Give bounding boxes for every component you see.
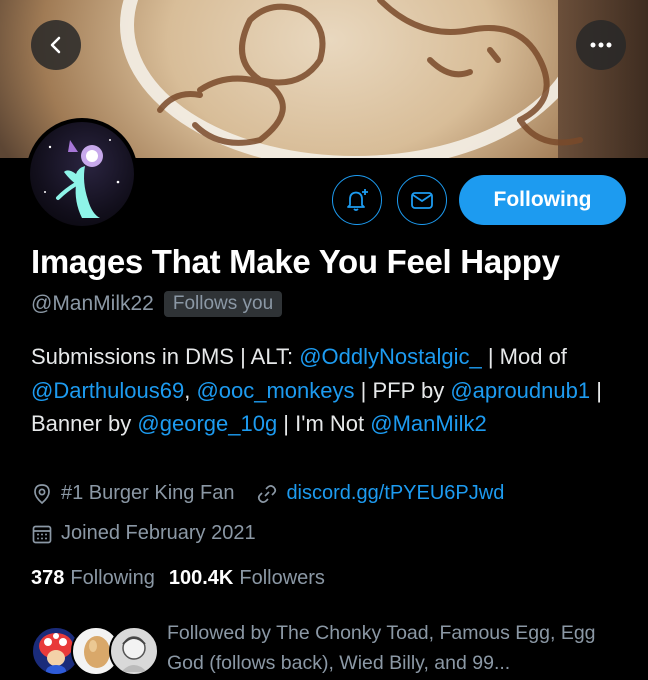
followers-label: Followers [239,567,325,589]
followers-count-link[interactable]: 100.4K Followers [169,567,325,590]
bio-text: | I'm Not [277,411,371,436]
followed-by-text[interactable]: Followed by The Chonky Toad, Famous Egg,… [167,618,627,678]
bio-mention[interactable]: @ManMilk2 [370,411,486,436]
profile-joined-row: Joined February 2021 [31,522,256,545]
profile-meta-row: #1 Burger King Fan discord.gg/tPYEU6PJwd [31,482,504,505]
bio-mention[interactable]: @ooc_monkeys [196,378,354,403]
avatar-illustration [44,139,120,218]
profile-joined-date: Joined February 2021 [61,522,256,544]
profile-name: Images That Make You Feel Happy [31,243,560,280]
bio-mention[interactable]: @george_10g [137,411,277,436]
bio-mention[interactable]: @Darthulous69 [31,378,184,403]
following-button[interactable]: Following [459,175,626,225]
bell-plus-icon [347,189,368,211]
follow-counts: 378 Following 100.4K Followers [31,567,325,590]
bio-text: Submissions in DMS | ALT: [31,344,300,369]
following-count-link[interactable]: 378 Following [31,567,155,590]
bio-text: | Mod of [481,344,567,369]
profile-handle: @ManMilk22 [31,292,154,315]
profile-website-link[interactable]: discord.gg/tPYEU6PJwd [286,482,504,505]
more-options-button[interactable] [576,20,626,70]
bio-text: , [184,377,197,403]
bio-mention[interactable]: @OddlyNostalgic_ [299,344,482,369]
following-count: 378 [31,567,65,589]
handle-row: @ManMilk22 Follows you [31,291,283,317]
followed-by-avatars[interactable] [31,620,161,680]
calendar-icon [32,525,52,543]
more-horizontal-icon [590,42,612,48]
profile-bio: Submissions in DMS | ALT: @OddlyNostalgi… [31,340,621,441]
notifications-button[interactable] [332,175,382,225]
envelope-icon [411,192,433,209]
chevron-left-icon [50,36,61,54]
followers-count: 100.4K [168,567,234,589]
link-icon [258,484,277,503]
profile-location: #1 Burger King Fan [61,482,235,504]
profile-avatar[interactable] [26,118,138,230]
back-button[interactable] [31,20,81,70]
bio-mention[interactable]: @aproudnub1 [450,378,590,403]
following-label: Following [70,567,155,589]
location-pin-icon [34,483,50,504]
follows-you-badge: Follows you [163,291,283,317]
message-button[interactable] [397,175,447,225]
follower-avatar [109,626,159,676]
bio-text: | PFP by [354,377,451,403]
